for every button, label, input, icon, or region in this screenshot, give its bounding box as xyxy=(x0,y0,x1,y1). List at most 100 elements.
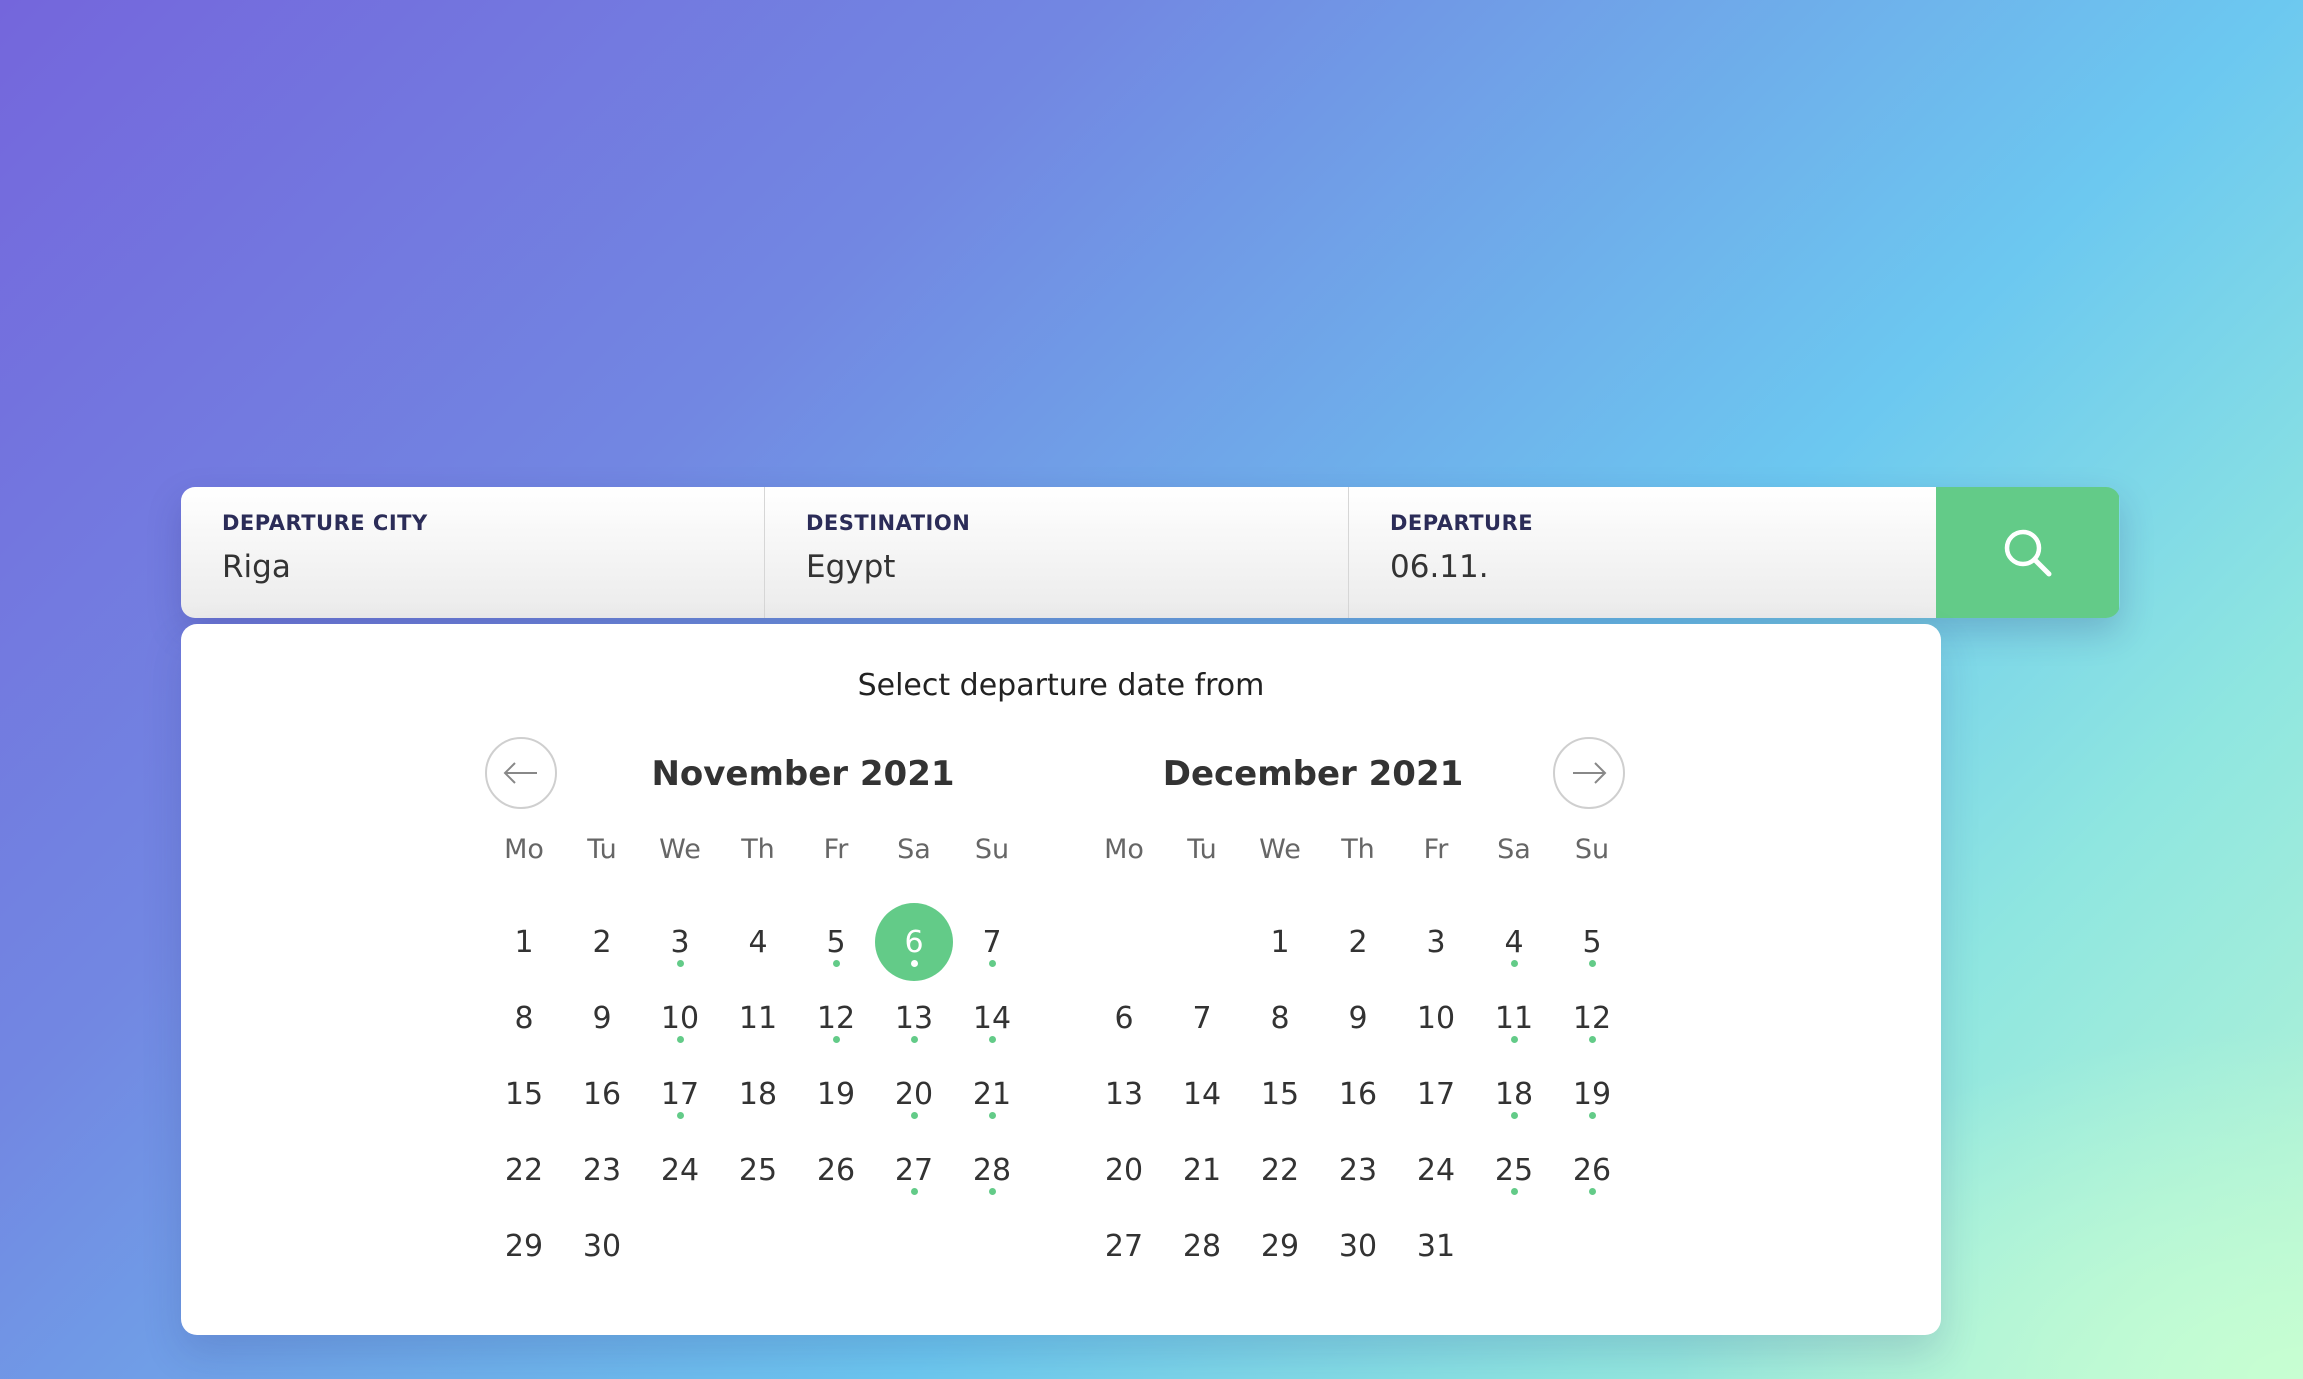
day-number: 5 xyxy=(1582,924,1602,960)
calendar-day[interactable]: 20 xyxy=(875,1056,953,1132)
calendar-day[interactable]: 31 xyxy=(1397,1208,1475,1284)
calendar-day[interactable]: 13 xyxy=(875,980,953,1056)
day-number: 18 xyxy=(1494,1076,1534,1112)
destination-value: Egypt xyxy=(806,549,896,585)
day-number: 11 xyxy=(738,1000,778,1036)
calendar-day[interactable]: 26 xyxy=(1553,1132,1631,1208)
calendar-day[interactable]: 13 xyxy=(1085,1056,1163,1132)
calendar-day[interactable]: 5 xyxy=(797,904,875,980)
calendar-day[interactable]: 16 xyxy=(563,1056,641,1132)
calendar-day[interactable]: 14 xyxy=(953,980,1031,1056)
calendar-day[interactable]: 2 xyxy=(1319,904,1397,980)
day-grid: 1 2 3 4 5 6 7 8 9 10 11 12 13 14 15 16 17 18 19 20 21 22 23 24 2… xyxy=(485,903,1031,1284)
calendar-day[interactable]: 29 xyxy=(485,1208,563,1284)
weekday-label: Fr xyxy=(823,834,849,865)
calendar-day[interactable]: 23 xyxy=(563,1132,641,1208)
calendar-day[interactable]: 27 xyxy=(875,1132,953,1208)
calendar-day[interactable]: 9 xyxy=(563,980,641,1056)
calendar-day[interactable]: 24 xyxy=(1397,1132,1475,1208)
day-number: 31 xyxy=(1416,1228,1456,1264)
departure-city-field[interactable]: DEPARTURE CITY Riga xyxy=(181,487,765,618)
calendar-day[interactable]: 6 xyxy=(1085,980,1163,1056)
calendar-day[interactable]: 16 xyxy=(1319,1056,1397,1132)
day-number: 7 xyxy=(1192,1000,1212,1036)
calendar-day[interactable]: 30 xyxy=(563,1208,641,1284)
calendar-day[interactable]: 18 xyxy=(1475,1056,1553,1132)
calendar-day[interactable]: 9 xyxy=(1319,980,1397,1056)
day-number: 28 xyxy=(972,1152,1012,1188)
day-number: 5 xyxy=(826,924,846,960)
search-bar: DEPARTURE CITY Riga DESTINATION Egypt DE… xyxy=(181,487,2120,618)
day-number: 8 xyxy=(1270,1000,1290,1036)
day-number: 7 xyxy=(982,924,1002,960)
calendar-day[interactable]: 19 xyxy=(1553,1056,1631,1132)
calendar-day[interactable]: 30 xyxy=(1319,1208,1397,1284)
departure-date-field[interactable]: DEPARTURE 06.11. xyxy=(1349,487,1936,618)
search-button[interactable] xyxy=(1936,487,2119,618)
calendar-day[interactable]: 11 xyxy=(1475,980,1553,1056)
weekday-label: Th xyxy=(1341,834,1375,865)
calendar-day[interactable]: 1 xyxy=(1241,904,1319,980)
calendar-day[interactable]: 24 xyxy=(641,1132,719,1208)
departure-date-label: DEPARTURE xyxy=(1390,511,1534,535)
calendar-day[interactable]: 17 xyxy=(641,1056,719,1132)
day-number: 14 xyxy=(972,1000,1012,1036)
calendar-day[interactable]: 10 xyxy=(641,980,719,1056)
day-number: 19 xyxy=(1572,1076,1612,1112)
weekday-label: Th xyxy=(741,834,775,865)
day-number: 22 xyxy=(504,1152,544,1188)
calendar-day[interactable]: 10 xyxy=(1397,980,1475,1056)
calendar-day[interactable]: 2 xyxy=(563,904,641,980)
calendar-day[interactable]: 11 xyxy=(719,980,797,1056)
calendar-day[interactable]: 3 xyxy=(1397,904,1475,980)
day-number: 23 xyxy=(582,1152,622,1188)
day-number: 25 xyxy=(738,1152,778,1188)
day-number: 27 xyxy=(1104,1228,1144,1264)
calendar-day[interactable]: 3 xyxy=(641,904,719,980)
calendar-day[interactable]: 19 xyxy=(797,1056,875,1132)
weekday-label: Sa xyxy=(897,834,931,865)
weekday-label: Tu xyxy=(587,834,617,865)
calendar-day[interactable]: 20 xyxy=(1085,1132,1163,1208)
calendar-day[interactable]: 15 xyxy=(1241,1056,1319,1132)
calendar-day[interactable]: 25 xyxy=(719,1132,797,1208)
calendar-day[interactable]: 29 xyxy=(1241,1208,1319,1284)
calendar-day[interactable]: 7 xyxy=(1163,980,1241,1056)
selected-day[interactable]: 6 xyxy=(875,903,953,981)
calendar-day[interactable]: 4 xyxy=(719,904,797,980)
day-number: 15 xyxy=(1260,1076,1300,1112)
calendar-day[interactable]: 15 xyxy=(485,1056,563,1132)
calendar-day[interactable]: 27 xyxy=(1085,1208,1163,1284)
day-number: 12 xyxy=(1572,1000,1612,1036)
calendar-day[interactable]: 14 xyxy=(1163,1056,1241,1132)
calendar-day[interactable]: 7 xyxy=(953,904,1031,980)
calendar-day[interactable]: 1 xyxy=(485,904,563,980)
calendar-day[interactable]: 28 xyxy=(953,1132,1031,1208)
calendar-day[interactable]: 21 xyxy=(1163,1132,1241,1208)
calendar-day[interactable]: 8 xyxy=(485,980,563,1056)
calendar-day[interactable]: 26 xyxy=(797,1132,875,1208)
calendar-day[interactable]: 21 xyxy=(953,1056,1031,1132)
calendar-day[interactable]: 18 xyxy=(719,1056,797,1132)
day-number: 29 xyxy=(504,1228,544,1264)
calendar-day[interactable]: 23 xyxy=(1319,1132,1397,1208)
day-number: 1 xyxy=(514,924,534,960)
datepicker-panel: Select departure date from November 2021… xyxy=(181,624,1941,1335)
calendar-day[interactable]: 22 xyxy=(1241,1132,1319,1208)
calendar-day[interactable]: 4 xyxy=(1475,904,1553,980)
calendar-day[interactable]: 25 xyxy=(1475,1132,1553,1208)
day-number: 6 xyxy=(1114,1000,1134,1036)
calendar-day[interactable]: 12 xyxy=(1553,980,1631,1056)
day-number: 9 xyxy=(592,1000,612,1036)
day-number: 30 xyxy=(582,1228,622,1264)
calendar-day[interactable]: 5 xyxy=(1553,904,1631,980)
weekday-label: Mo xyxy=(1104,834,1144,865)
calendar-day[interactable]: 28 xyxy=(1163,1208,1241,1284)
weekday-label: We xyxy=(1259,834,1301,865)
calendar-day[interactable]: 22 xyxy=(485,1132,563,1208)
calendar-day[interactable]: 12 xyxy=(797,980,875,1056)
destination-field[interactable]: DESTINATION Egypt xyxy=(765,487,1349,618)
weekday-label: Su xyxy=(1574,834,1610,865)
calendar-day[interactable]: 17 xyxy=(1397,1056,1475,1132)
calendar-day[interactable]: 8 xyxy=(1241,980,1319,1056)
